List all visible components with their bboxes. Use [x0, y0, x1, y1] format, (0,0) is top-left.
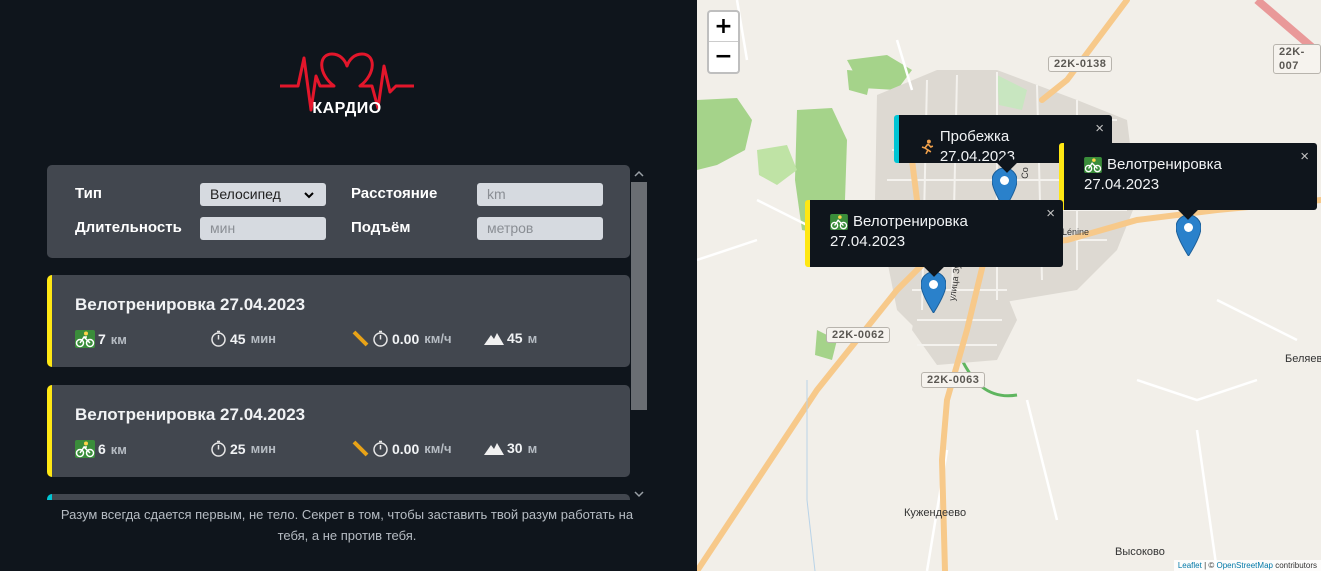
- place-label: Высоково: [1115, 546, 1165, 558]
- type-select-value: Велосипед: [210, 186, 281, 202]
- workout-speed: 0.00 км/ч: [352, 440, 452, 457]
- elevation-input[interactable]: метров: [477, 217, 603, 240]
- distance-label: Расстояние: [351, 185, 438, 202]
- street-label: Со: [1019, 167, 1030, 179]
- popup-close-button[interactable]: ×: [1046, 204, 1055, 224]
- workout-elevation: 45 м: [484, 330, 537, 346]
- type-label: Тип: [75, 185, 102, 202]
- zoom-control: + −: [707, 10, 740, 74]
- map[interactable]: + − 22K-0138 22K-007 22K-0062 22K-0063 у…: [697, 0, 1321, 571]
- scroll-down-icon[interactable]: [632, 488, 646, 500]
- speed-value: 0.00: [392, 330, 420, 347]
- logo-text: КАРДИО: [312, 100, 382, 117]
- sidebar: КАРДИО Тип Велосипед Расстояние km Длите…: [0, 0, 697, 571]
- popup-title: Велотренировка: [853, 213, 968, 230]
- mountain-icon: [484, 443, 504, 455]
- map-popup[interactable]: Велотренировка 27.04.2023 ×: [805, 200, 1063, 277]
- place-label: Кужендеево: [904, 507, 967, 519]
- map-marker-icon[interactable]: [921, 272, 946, 313]
- duration-unit: мин: [250, 331, 277, 346]
- road-label: 22K-0063: [921, 372, 986, 388]
- distance-input[interactable]: km: [477, 183, 603, 206]
- zoom-in-button[interactable]: +: [709, 12, 738, 42]
- stopwatch-icon: [211, 440, 226, 457]
- speed-unit: км/ч: [424, 441, 452, 456]
- workout-distance: 7 км: [75, 330, 127, 348]
- duration-value: 45: [230, 330, 246, 347]
- cyclist-icon: [75, 440, 95, 458]
- popup-date: 27.04.2023: [1084, 176, 1160, 193]
- workout-distance: 6 км: [75, 440, 127, 458]
- attribution-separator: | ©: [1201, 561, 1217, 570]
- chevron-down-icon: [304, 191, 314, 198]
- duration-value: 25: [230, 440, 246, 457]
- place-label: Беляево: [1285, 353, 1321, 365]
- duration-unit: мин: [250, 441, 277, 456]
- cyclist-icon: [830, 214, 848, 230]
- stopwatch-icon: [373, 440, 388, 457]
- leaflet-link[interactable]: Leaflet: [1178, 561, 1202, 570]
- workout-item[interactable]: Велотренировка 27.04.2023 7 км 45 мин 0.…: [47, 275, 630, 367]
- workout-item-partial[interactable]: [47, 494, 630, 500]
- elevation-value: 45: [507, 330, 523, 346]
- popup-close-button[interactable]: ×: [1300, 147, 1309, 167]
- workout-speed: 0.00 км/ч: [352, 330, 452, 347]
- road-label: 22K-007: [1273, 44, 1321, 74]
- elevation-value: 30: [507, 440, 523, 456]
- workout-duration: 25 мин: [210, 440, 276, 457]
- elevation-unit: м: [527, 440, 538, 456]
- ruler-icon: [352, 330, 369, 347]
- app: КАРДИО Тип Велосипед Расстояние km Длите…: [0, 0, 1321, 571]
- scroll-up-icon[interactable]: [632, 168, 646, 180]
- workout-form: Тип Велосипед Расстояние km Длительность…: [47, 165, 630, 258]
- map-marker-icon[interactable]: [1176, 215, 1201, 256]
- road-label: 22K-0062: [826, 327, 891, 343]
- type-select[interactable]: Велосипед: [200, 183, 326, 206]
- cyclist-icon: [75, 330, 95, 348]
- zoom-out-button[interactable]: −: [709, 42, 738, 72]
- attribution-tail: contributors: [1272, 561, 1317, 570]
- map-attribution: Leaflet | © OpenStreetMap contributors: [1173, 560, 1321, 571]
- runner-icon: [921, 139, 934, 155]
- duration-input[interactable]: мин: [200, 217, 326, 240]
- logo: КАРДИО: [278, 48, 416, 126]
- elevation-label: Подъём: [351, 219, 411, 236]
- ruler-icon: [352, 440, 369, 457]
- speed-unit: км/ч: [424, 331, 452, 346]
- popup-title: Велотренировка: [1107, 156, 1222, 173]
- stopwatch-icon: [211, 330, 226, 347]
- mountain-icon: [484, 333, 504, 345]
- popup-date: 27.04.2023: [830, 233, 906, 250]
- motivational-quote: Разум всегда сдается первым, не тело. Се…: [60, 507, 634, 543]
- distance-unit: км: [110, 331, 127, 347]
- duration-label: Длительность: [75, 219, 182, 236]
- popup-content: Велотренировка: [1084, 155, 1292, 175]
- elevation-unit: м: [527, 330, 538, 346]
- workout-elevation: 30 м: [484, 440, 537, 456]
- map-tiles: [697, 0, 1321, 571]
- distance-unit: км: [110, 441, 127, 457]
- stopwatch-icon: [373, 330, 388, 347]
- list-scrollbar[interactable]: [631, 182, 647, 410]
- workout-item[interactable]: Велотренировка 27.04.2023 6 км 25 мин 0.…: [47, 385, 630, 477]
- road-label: 22K-0138: [1048, 56, 1113, 72]
- popup-content: Велотренировка: [830, 212, 1038, 232]
- distance-value: 7: [98, 331, 106, 347]
- workout-title: Велотренировка 27.04.2023: [75, 405, 306, 424]
- map-popup[interactable]: Велотренировка 27.04.2023 ×: [1059, 143, 1317, 220]
- cyclist-icon: [1084, 157, 1102, 173]
- distance-value: 6: [98, 441, 106, 457]
- speed-value: 0.00: [392, 440, 420, 457]
- workout-title: Велотренировка 27.04.2023: [75, 295, 306, 314]
- popup-close-button[interactable]: ×: [1095, 119, 1104, 139]
- workout-duration: 45 мин: [210, 330, 276, 347]
- osm-link[interactable]: OpenStreetMap: [1216, 561, 1272, 570]
- street-label: Lénine: [1062, 227, 1090, 237]
